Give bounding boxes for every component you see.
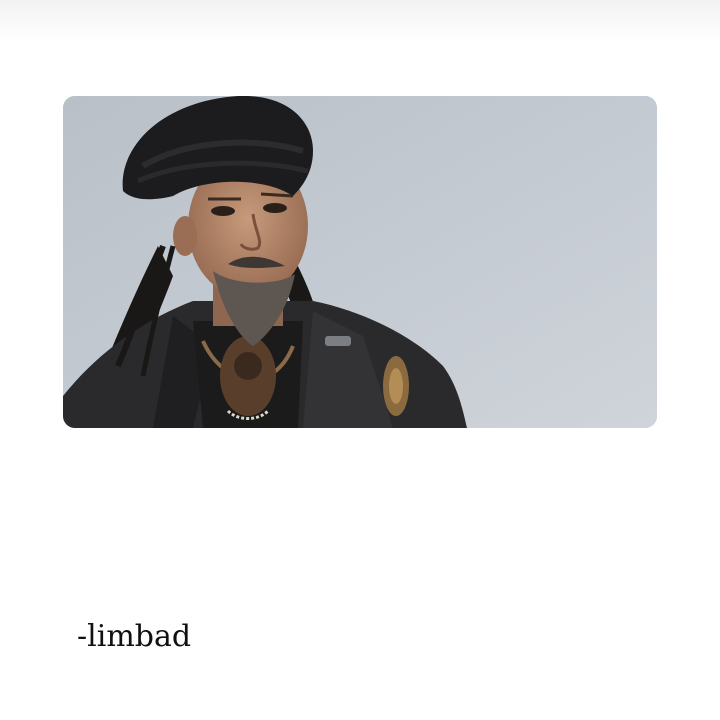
portrait-photo [63, 96, 657, 428]
caption-text: -limbad [77, 619, 192, 654]
post-canvas: -limbad [0, 0, 720, 720]
top-fade [0, 0, 720, 42]
